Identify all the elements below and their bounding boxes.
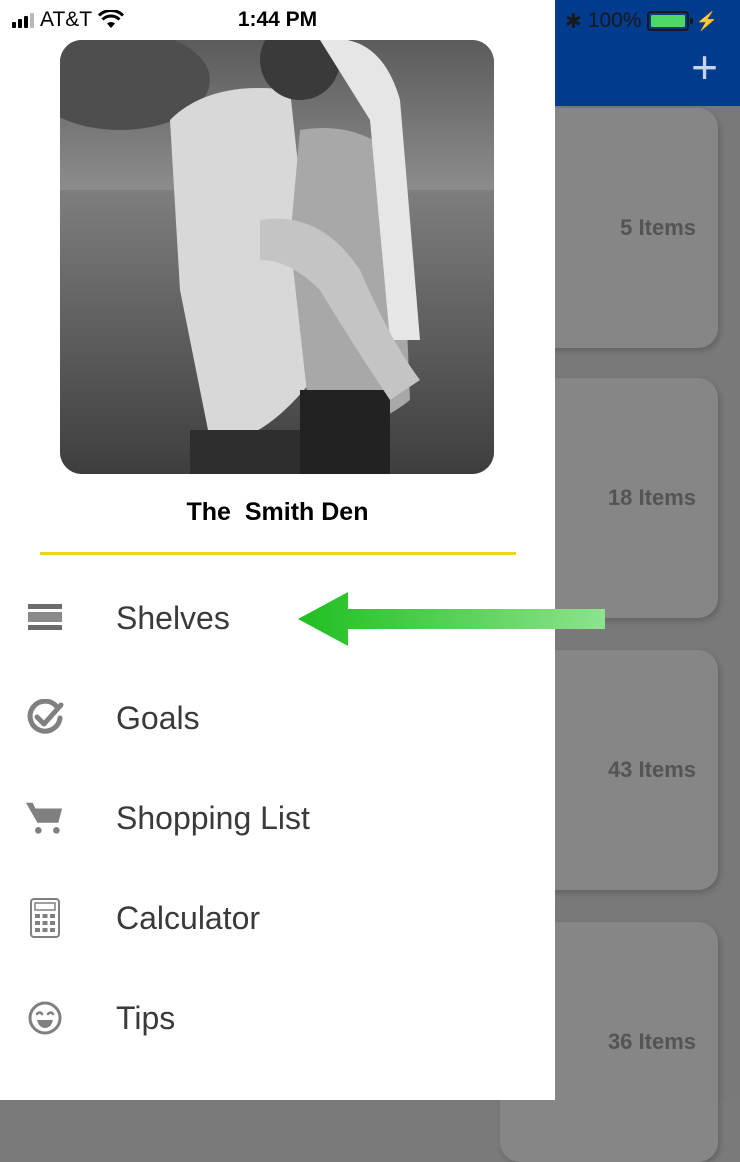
shelves-icon bbox=[26, 599, 64, 637]
navigation-drawer: AT&T 1:44 PM The Smith Den Shelves Goals… bbox=[0, 0, 555, 1100]
status-bar-right: ✱ 100% ⚡ bbox=[565, 8, 718, 34]
charging-icon: ⚡ bbox=[695, 10, 718, 31]
menu-label: Calculator bbox=[116, 899, 261, 936]
menu-item-tips[interactable]: Tips bbox=[0, 978, 555, 1058]
home-photo[interactable] bbox=[60, 40, 494, 474]
menu-item-goals[interactable]: Goals bbox=[0, 678, 555, 758]
shopping-cart-icon bbox=[26, 799, 64, 837]
menu-item-shopping-list[interactable]: Shopping List bbox=[0, 778, 555, 858]
divider bbox=[40, 552, 516, 555]
battery-percent: 100% bbox=[587, 9, 642, 32]
shelf-item-count: 18 Items bbox=[607, 485, 696, 510]
shelf-item-count: 36 Items bbox=[607, 1029, 696, 1054]
goals-check-icon bbox=[26, 699, 64, 737]
shelf-item-count: 43 Items bbox=[607, 757, 696, 782]
menu-label: Tips bbox=[116, 999, 176, 1036]
menu-label: Shelves bbox=[116, 599, 230, 636]
plus-icon[interactable]: + bbox=[691, 44, 718, 90]
smiley-icon bbox=[26, 999, 64, 1037]
green-arrow-annotation bbox=[298, 592, 605, 646]
menu-item-calculator[interactable]: Calculator bbox=[0, 878, 555, 958]
shelf-item-count: 5 Items bbox=[620, 215, 696, 240]
menu-label: Goals bbox=[116, 699, 200, 736]
menu-label: Shopping List bbox=[116, 799, 310, 836]
battery-icon bbox=[647, 11, 694, 31]
status-time: 1:44 PM bbox=[237, 8, 318, 31]
bluetooth-icon: ✱ bbox=[565, 10, 582, 33]
calculator-icon bbox=[26, 898, 64, 938]
home-name: The Smith Den bbox=[186, 498, 369, 526]
